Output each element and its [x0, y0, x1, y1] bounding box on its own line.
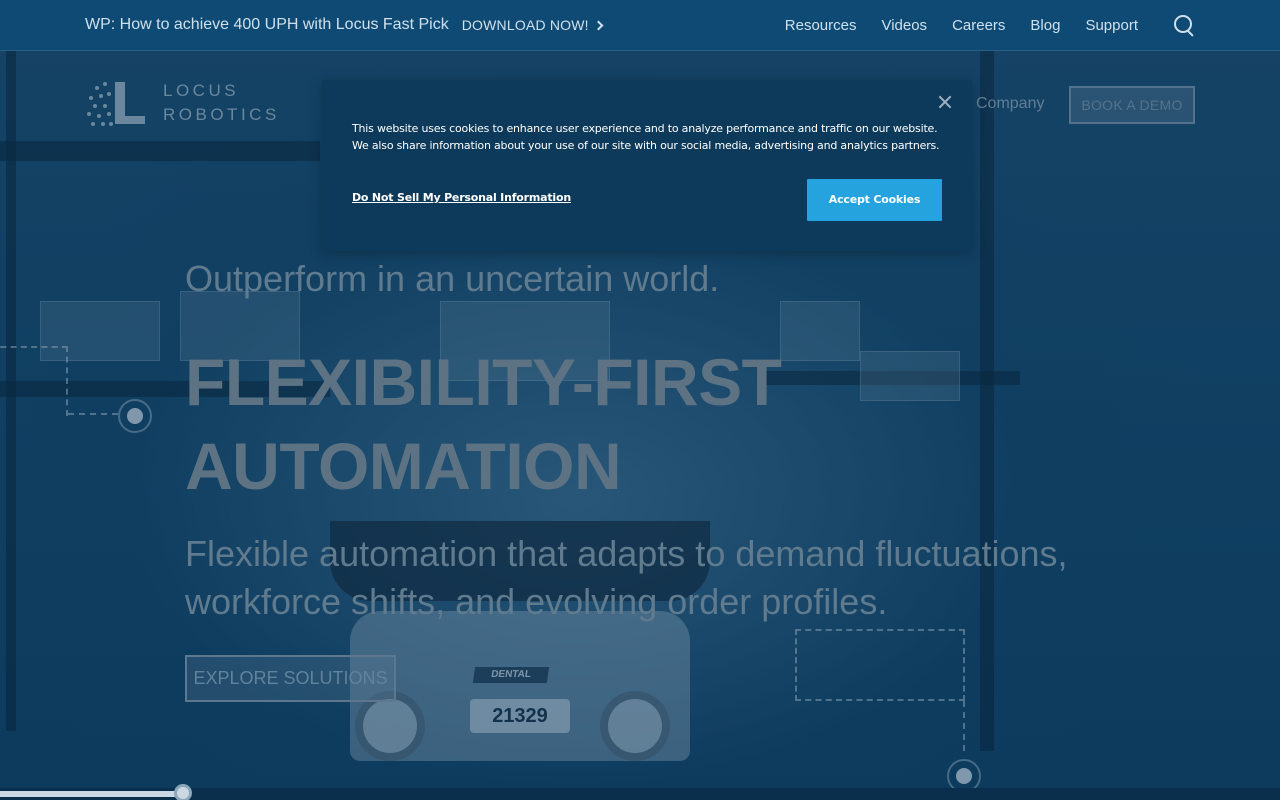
search-icon[interactable]: [1173, 14, 1195, 36]
cookie-banner: This website uses cookies to enhance use…: [322, 80, 972, 251]
nav-videos[interactable]: Videos: [881, 17, 927, 34]
nav-resources[interactable]: Resources: [785, 17, 857, 34]
carousel-progress-track: [0, 788, 1280, 800]
nav-support[interactable]: Support: [1085, 17, 1138, 34]
chevron-right-icon: [593, 20, 604, 30]
cookie-message: This website uses cookies to enhance use…: [352, 122, 940, 152]
carousel-progress-handle[interactable]: [174, 784, 192, 800]
accept-cookies-button[interactable]: Accept Cookies: [807, 179, 942, 221]
utility-bar: WP: How to achieve 400 UPH with Locus Fa…: [0, 0, 1280, 51]
download-now-label: DOWNLOAD NOW!: [461, 17, 589, 33]
nav-blog[interactable]: Blog: [1030, 17, 1060, 34]
promo-link[interactable]: WP: How to achieve 400 UPH with Locus Fa…: [85, 16, 449, 34]
nav-careers[interactable]: Careers: [952, 17, 1005, 34]
download-now-link[interactable]: DOWNLOAD NOW!: [461, 17, 604, 33]
close-icon[interactable]: [938, 95, 952, 109]
carousel-progress-fill: [0, 791, 182, 797]
do-not-sell-link[interactable]: Do Not Sell My Personal Information: [352, 191, 571, 204]
utility-nav: Resources Videos Careers Blog Support: [785, 14, 1195, 36]
